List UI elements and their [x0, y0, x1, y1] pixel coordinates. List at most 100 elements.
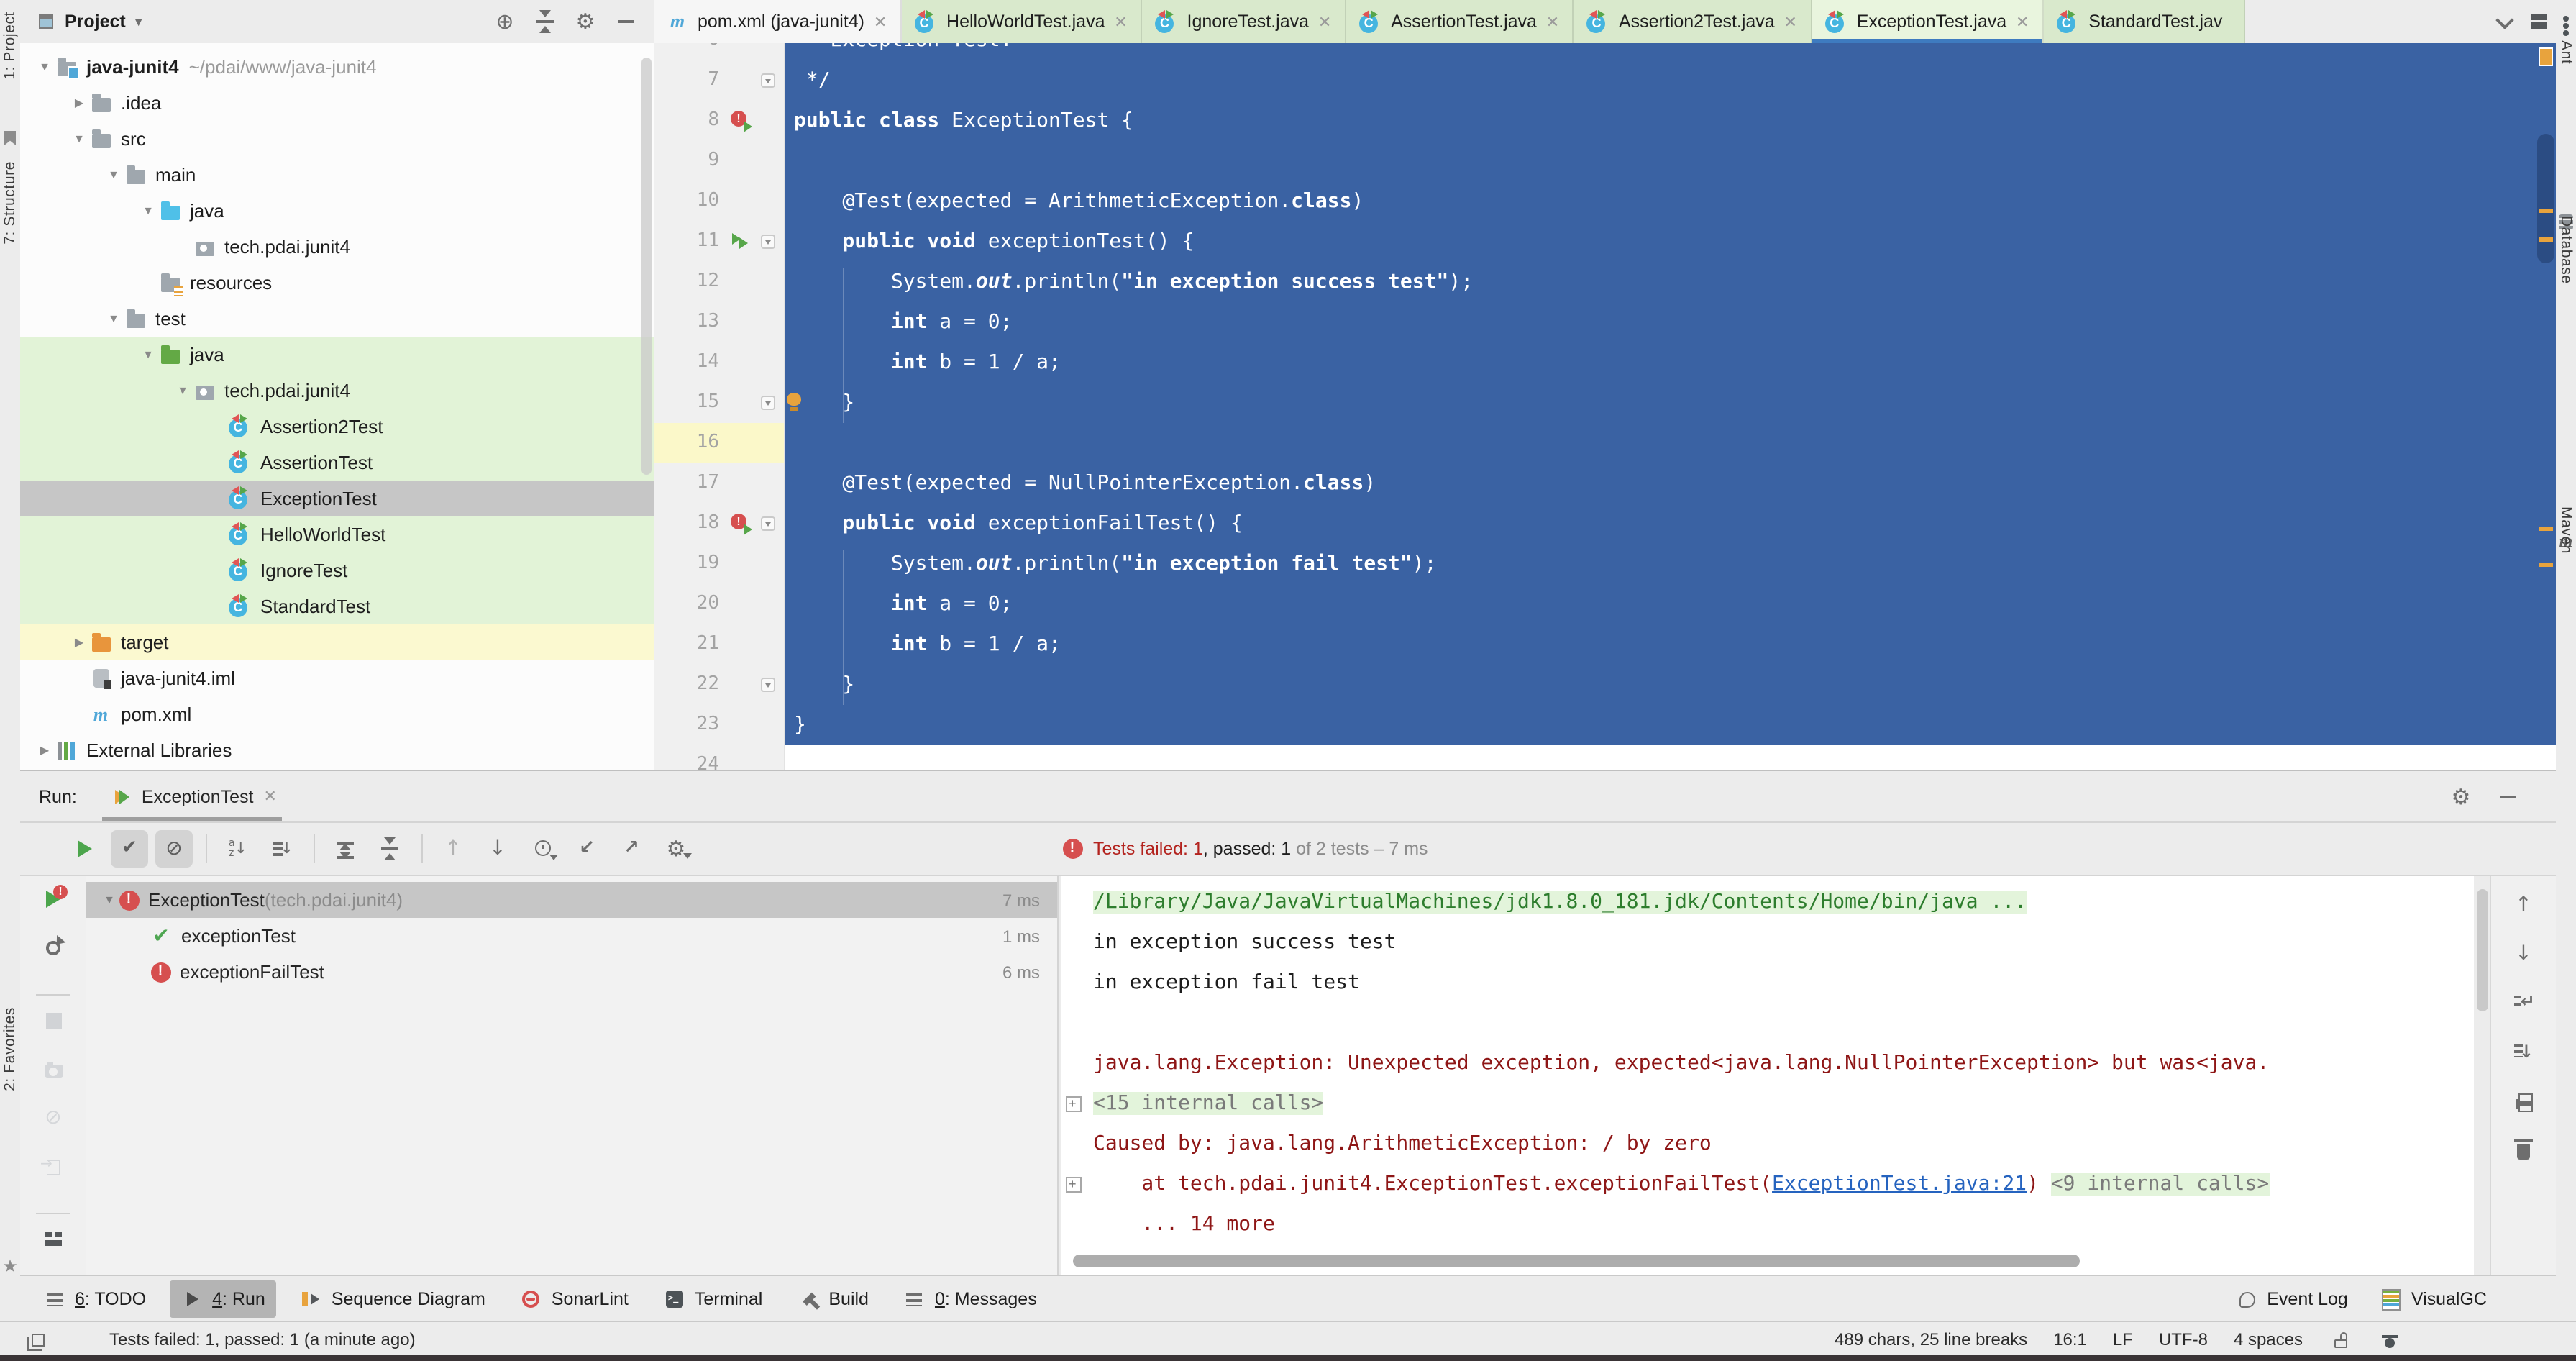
- tree-item-target[interactable]: ▶target: [20, 624, 654, 660]
- sidebar-item-database[interactable]: Database: [2557, 216, 2575, 284]
- expand-plus-icon[interactable]: [1066, 1096, 1082, 1112]
- jump-up-icon[interactable]: [2512, 893, 2535, 916]
- hide-icon[interactable]: [614, 10, 637, 33]
- next-failed-button[interactable]: [479, 829, 516, 867]
- stacktrace-link[interactable]: ExceptionTest.java:21: [1772, 1173, 2027, 1196]
- tree-item-pom-xml[interactable]: pom.xml: [20, 696, 654, 732]
- rerun-icon[interactable]: [42, 937, 65, 960]
- chevron-collapsed-icon[interactable]: ▶: [35, 744, 55, 757]
- sort-duration-button[interactable]: [263, 829, 301, 867]
- tree-item-java[interactable]: ▼java: [20, 193, 654, 229]
- caret-position[interactable]: 16:1: [2053, 1329, 2087, 1349]
- sidebar-item-structure[interactable]: 7: Structure: [1, 161, 19, 245]
- chevron-down-icon[interactable]: [2493, 10, 2516, 33]
- toolwindow-button-terminal[interactable]: Terminal: [652, 1280, 775, 1318]
- toolwindow-button-visualgc[interactable]: VisualGC: [2380, 1280, 2487, 1318]
- chevron-expanded-icon[interactable]: ▼: [69, 132, 89, 145]
- ant-icon[interactable]: [2554, 14, 2576, 37]
- tab-assertion2test-java[interactable]: Assertion2Test.java✕: [1574, 0, 1812, 43]
- collapse-all-icon[interactable]: [534, 10, 557, 33]
- tab-pom-xml-java-junit4[interactable]: pom.xml (java-junit4)✕: [654, 0, 902, 43]
- tab-standardtest-jav[interactable]: StandardTest.jav: [2044, 0, 2245, 43]
- run-tab-exceptiontest[interactable]: ExceptionTest ✕: [103, 771, 283, 821]
- locate-icon[interactable]: [493, 10, 516, 33]
- toolwindow-button-sequence-diagram[interactable]: Sequence Diagram: [288, 1280, 497, 1318]
- clear-icon[interactable]: [2512, 1138, 2535, 1161]
- tree-item-assertiontest[interactable]: AssertionTest: [20, 445, 654, 481]
- toolwindow-button-messages[interactable]: 0: Messages: [892, 1280, 1049, 1318]
- code-editor[interactable]: 6 * Exception Test.7 */8public class Exc…: [654, 43, 2556, 770]
- scroll-end-icon[interactable]: [2512, 1040, 2535, 1063]
- tab-exceptiontest-java[interactable]: ExceptionTest.java✕: [1812, 0, 2044, 43]
- line-ending[interactable]: LF: [2113, 1329, 2133, 1349]
- lock-icon[interactable]: [2329, 1328, 2352, 1351]
- attach-icon[interactable]: [42, 1155, 65, 1178]
- chevron-collapsed-icon[interactable]: ▶: [69, 636, 89, 649]
- tree-item-idea[interactable]: ▶.idea: [20, 85, 654, 121]
- tab-ignoretest-java[interactable]: IgnoreTest.java✕: [1143, 0, 1347, 43]
- soft-wrap-icon[interactable]: [2512, 991, 2535, 1014]
- jump-down-icon[interactable]: [2512, 942, 2535, 965]
- chevron-collapsed-icon[interactable]: ▶: [69, 96, 89, 109]
- chevron-expanded-icon[interactable]: ▼: [138, 348, 158, 361]
- close-icon[interactable]: ✕: [873, 12, 887, 31]
- selection-info[interactable]: 489 chars, 25 line breaks: [1835, 1329, 2027, 1349]
- close-icon[interactable]: ✕: [1317, 12, 1332, 31]
- sidebar-item-maven[interactable]: Maven: [2557, 506, 2575, 554]
- pass-run-icon[interactable]: [729, 230, 752, 253]
- settings-dd-button[interactable]: [657, 829, 695, 867]
- tree-item-helloworldtest[interactable]: HelloWorldTest: [20, 516, 654, 552]
- fold-marker-icon[interactable]: [761, 235, 775, 249]
- tree-item-tech-pdai-junit4[interactable]: tech.pdai.junit4: [20, 229, 654, 265]
- chevron-expanded-icon[interactable]: ▼: [101, 893, 118, 906]
- collapse-all-button[interactable]: [371, 829, 408, 867]
- import-tests-button[interactable]: [568, 829, 606, 867]
- chevron-expanded-icon[interactable]: ▼: [173, 384, 193, 397]
- tree-item-exceptiontest[interactable]: ExceptionTest: [20, 481, 654, 516]
- toolwindow-button-todo[interactable]: 6: TODO: [32, 1280, 157, 1318]
- close-icon[interactable]: ✕: [263, 787, 276, 806]
- tree-item-java[interactable]: ▼java: [20, 337, 654, 373]
- console-horizontal-scrollbar[interactable]: [1073, 1255, 2080, 1267]
- chevron-expanded-icon[interactable]: ▼: [35, 60, 55, 73]
- chevron-expanded-icon[interactable]: ▼: [104, 312, 124, 325]
- sidebar-item-favorites[interactable]: 2: Favorites: [1, 1007, 19, 1091]
- chevron-down-icon[interactable]: ▼: [133, 15, 145, 28]
- rerun-play-button[interactable]: [66, 829, 104, 867]
- show-passed-button[interactable]: [111, 829, 148, 867]
- close-icon[interactable]: ✕: [2015, 12, 2029, 31]
- hector-icon[interactable]: [2378, 1328, 2401, 1351]
- tree-item-external-libraries[interactable]: ▶External Libraries: [20, 732, 654, 768]
- chevron-expanded-icon[interactable]: ▼: [138, 204, 158, 217]
- tab-assertiontest-java[interactable]: AssertionTest.java✕: [1346, 0, 1574, 43]
- test-row-exceptionfailtest[interactable]: exceptionFailTest6 ms: [86, 954, 1057, 990]
- toolwindow-button-build[interactable]: Build: [785, 1280, 880, 1318]
- chevron-expanded-icon[interactable]: ▼: [104, 168, 124, 181]
- tree-item-java-junit4-iml[interactable]: java-junit4.iml: [20, 660, 654, 696]
- prev-failed-button[interactable]: [434, 829, 472, 867]
- close-icon[interactable]: ✕: [1114, 12, 1128, 31]
- hide-icon[interactable]: [2495, 785, 2518, 808]
- console-output[interactable]: /Library/Java/JavaVirtualMachines/jdk1.8…: [1061, 876, 2474, 1276]
- kill-icon[interactable]: [42, 1106, 65, 1129]
- toolwindow-button-run[interactable]: 4: Run: [169, 1280, 277, 1318]
- layout-icon[interactable]: [42, 1227, 65, 1250]
- fail-run-icon[interactable]: [729, 512, 752, 535]
- tab-helloworldtest-java[interactable]: HelloWorldTest.java✕: [902, 0, 1142, 43]
- print-icon[interactable]: [2512, 1089, 2535, 1112]
- tree-item-src[interactable]: ▼src: [20, 121, 654, 157]
- history-button[interactable]: [524, 829, 561, 867]
- fold-marker-icon[interactable]: [761, 73, 775, 88]
- settings-icon[interactable]: [2449, 785, 2472, 808]
- close-icon[interactable]: ✕: [1545, 12, 1560, 31]
- stop-icon[interactable]: [42, 1009, 65, 1032]
- test-row-exceptiontest[interactable]: ▼ExceptionTest (tech.pdai.junit4)7 ms: [86, 882, 1057, 918]
- project-panel-title[interactable]: Project: [65, 12, 126, 32]
- settings-icon[interactable]: [574, 10, 597, 33]
- tree-item-ignoretest[interactable]: IgnoreTest: [20, 552, 654, 588]
- fold-marker-icon[interactable]: [761, 396, 775, 410]
- tree-item-assertion2test[interactable]: Assertion2Test: [20, 409, 654, 445]
- tree-item-java-junit4[interactable]: ▼java-junit4~/pdai/www/java-junit4: [20, 49, 654, 85]
- snapshot-icon[interactable]: [42, 1057, 65, 1080]
- expand-all-button[interactable]: [326, 829, 364, 867]
